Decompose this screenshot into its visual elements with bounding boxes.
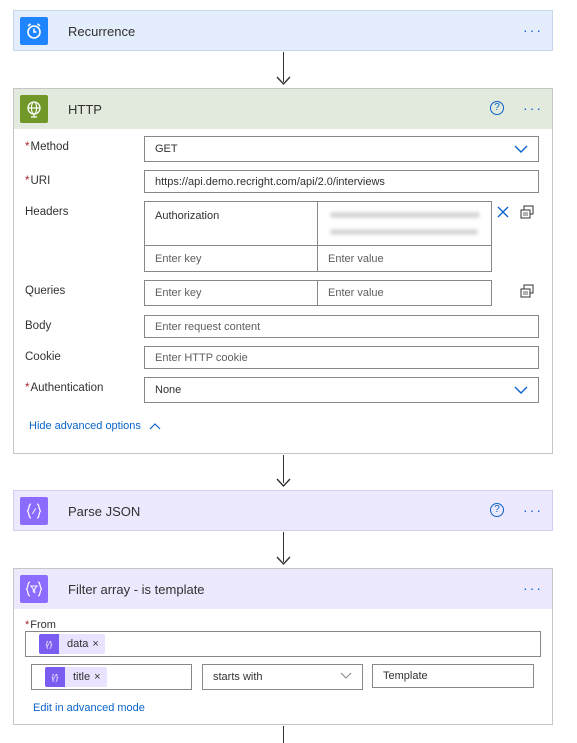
query-value-input[interactable]: Enter value — [317, 280, 492, 306]
dynamic-content-icon: {⁄} — [39, 634, 59, 654]
uri-label: *URI — [25, 175, 51, 187]
switch-to-text-icon[interactable] — [520, 205, 534, 219]
help-icon[interactable]: ? — [490, 101, 504, 115]
query-value-placeholder: Enter value — [328, 287, 384, 299]
body-label: Body — [25, 320, 52, 332]
chevron-down-icon — [340, 672, 352, 679]
filter-array-card: Filter array - is template ··· *From {⁄}… — [13, 568, 553, 725]
connector-line — [283, 726, 284, 743]
http-card: HTTP ? ··· *Method GET *URI https://api.… — [13, 88, 553, 454]
chevron-down-icon — [514, 386, 528, 394]
curly-braces-icon — [20, 497, 48, 525]
header-key-input-empty[interactable]: Enter key — [144, 245, 318, 272]
operator-value: starts with — [213, 671, 263, 683]
authentication-dropdown[interactable]: None — [144, 377, 539, 403]
header-key-value: Authorization — [155, 210, 220, 222]
chevron-up-icon — [149, 423, 161, 430]
globe-icon — [20, 95, 48, 123]
recurrence-more-menu[interactable]: ··· — [523, 23, 543, 37]
help-icon[interactable]: ? — [490, 503, 504, 517]
header-value-placeholder: Enter value — [328, 252, 384, 265]
parse-json-card[interactable]: Parse JSON ? ··· — [13, 490, 553, 531]
body-input[interactable]: Enter request content — [144, 315, 539, 338]
redacted-value — [330, 229, 478, 235]
filter-array-title: Filter array - is template — [68, 581, 205, 597]
connector-arrow-icon — [276, 76, 291, 86]
method-value: GET — [155, 143, 178, 155]
authentication-label: *Authentication — [25, 382, 104, 394]
uri-input[interactable]: https://api.demo.recright.com/api/2.0/in… — [144, 170, 539, 193]
close-icon[interactable] — [497, 206, 509, 218]
http-more-menu[interactable]: ··· — [523, 101, 543, 115]
filter-braces-icon — [20, 575, 48, 603]
condition-value: Template — [383, 670, 428, 682]
query-key-placeholder: Enter key — [155, 287, 202, 299]
switch-to-text-icon[interactable] — [520, 284, 534, 298]
http-header[interactable]: HTTP ? ··· — [14, 89, 552, 129]
chevron-down-icon — [514, 145, 528, 153]
condition-value-input[interactable]: Template — [372, 664, 534, 688]
from-token[interactable]: {⁄} data × — [39, 634, 105, 654]
alarm-clock-icon — [20, 17, 48, 45]
header-key-input[interactable]: Authorization — [144, 201, 318, 246]
hide-advanced-options-link[interactable]: Hide advanced options — [29, 420, 161, 432]
connector-arrow-icon — [276, 478, 291, 488]
condition-token-label: title — [73, 671, 91, 683]
method-label: *Method — [25, 141, 69, 153]
edit-in-advanced-mode-link[interactable]: Edit in advanced mode — [33, 702, 145, 714]
dynamic-content-icon: {⁄} — [45, 667, 65, 687]
filter-array-header[interactable]: Filter array - is template ··· — [14, 569, 552, 609]
remove-token-icon[interactable]: × — [94, 671, 106, 683]
parse-json-more-menu[interactable]: ··· — [523, 503, 543, 517]
method-dropdown[interactable]: GET — [144, 136, 539, 162]
queries-label: Queries — [25, 285, 66, 297]
redacted-value — [330, 212, 480, 218]
cookie-label: Cookie — [25, 351, 61, 363]
remove-token-icon[interactable]: × — [92, 638, 104, 650]
from-token-label: data — [67, 638, 89, 650]
body-placeholder: Enter request content — [155, 320, 261, 333]
header-value-input-empty[interactable]: Enter value — [317, 245, 492, 272]
from-label: *From — [25, 619, 56, 631]
recurrence-title: Recurrence — [68, 23, 136, 39]
query-key-input[interactable]: Enter key — [144, 280, 318, 306]
cookie-placeholder: Enter HTTP cookie — [155, 351, 248, 364]
header-value-input[interactable] — [317, 201, 492, 246]
condition-token[interactable]: {⁄} title × — [45, 667, 107, 687]
header-key-placeholder: Enter key — [155, 252, 202, 265]
cookie-input[interactable]: Enter HTTP cookie — [144, 346, 539, 369]
filter-array-more-menu[interactable]: ··· — [523, 581, 543, 595]
parse-json-title: Parse JSON — [68, 503, 141, 519]
parse-json-header[interactable]: Parse JSON ? ··· — [14, 491, 552, 531]
connector-arrow-icon — [276, 556, 291, 566]
authentication-value: None — [155, 384, 182, 396]
recurrence-card[interactable]: Recurrence ··· — [13, 10, 553, 51]
recurrence-header[interactable]: Recurrence ··· — [14, 11, 552, 51]
headers-label: Headers — [25, 206, 69, 218]
uri-value: https://api.demo.recright.com/api/2.0/in… — [155, 175, 385, 188]
http-title: HTTP — [68, 101, 102, 117]
operator-dropdown[interactable]: starts with — [202, 664, 363, 690]
